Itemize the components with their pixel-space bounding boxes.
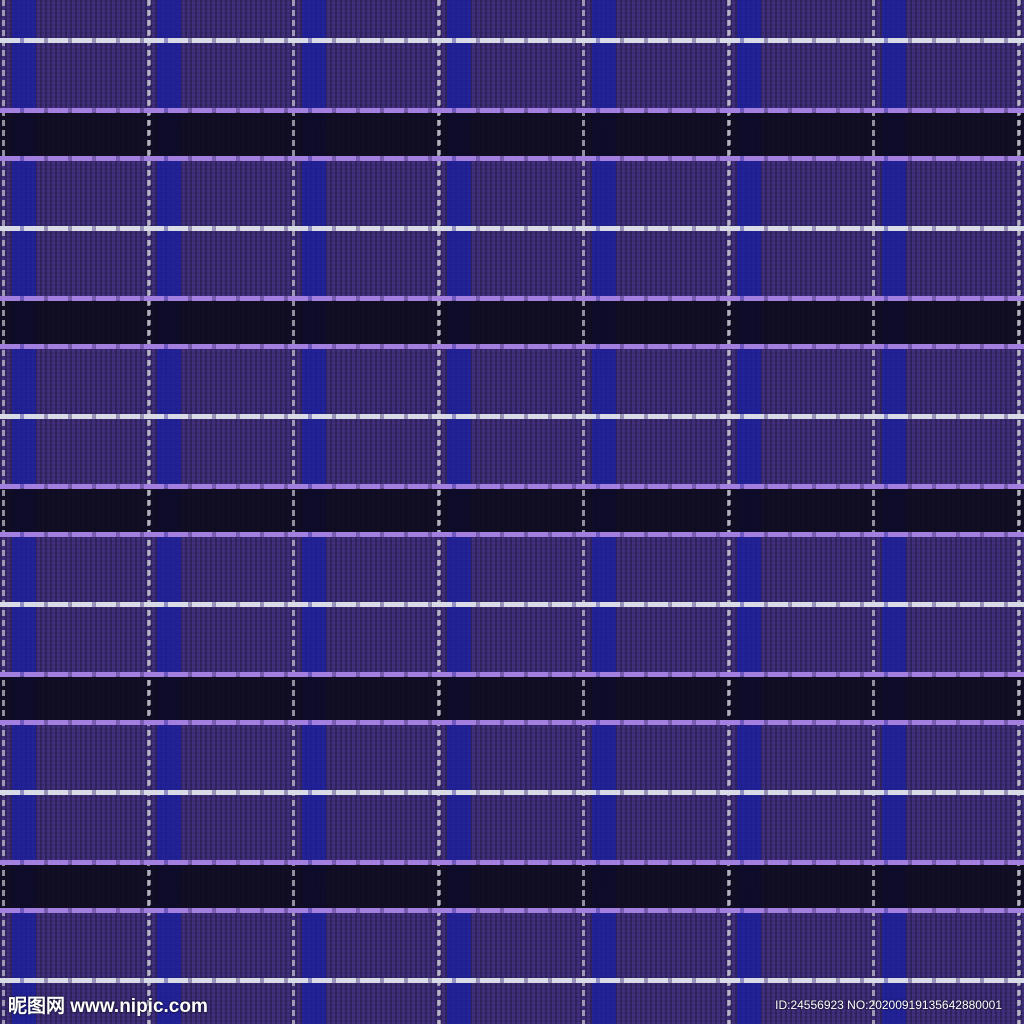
watermark-id: ID:24556923 NO:20200919135642880001 [775,998,1002,1012]
watermark-logo: 昵图网 www.nipic.com [8,996,208,1017]
plaid-horizontal-lines [0,0,1024,1024]
